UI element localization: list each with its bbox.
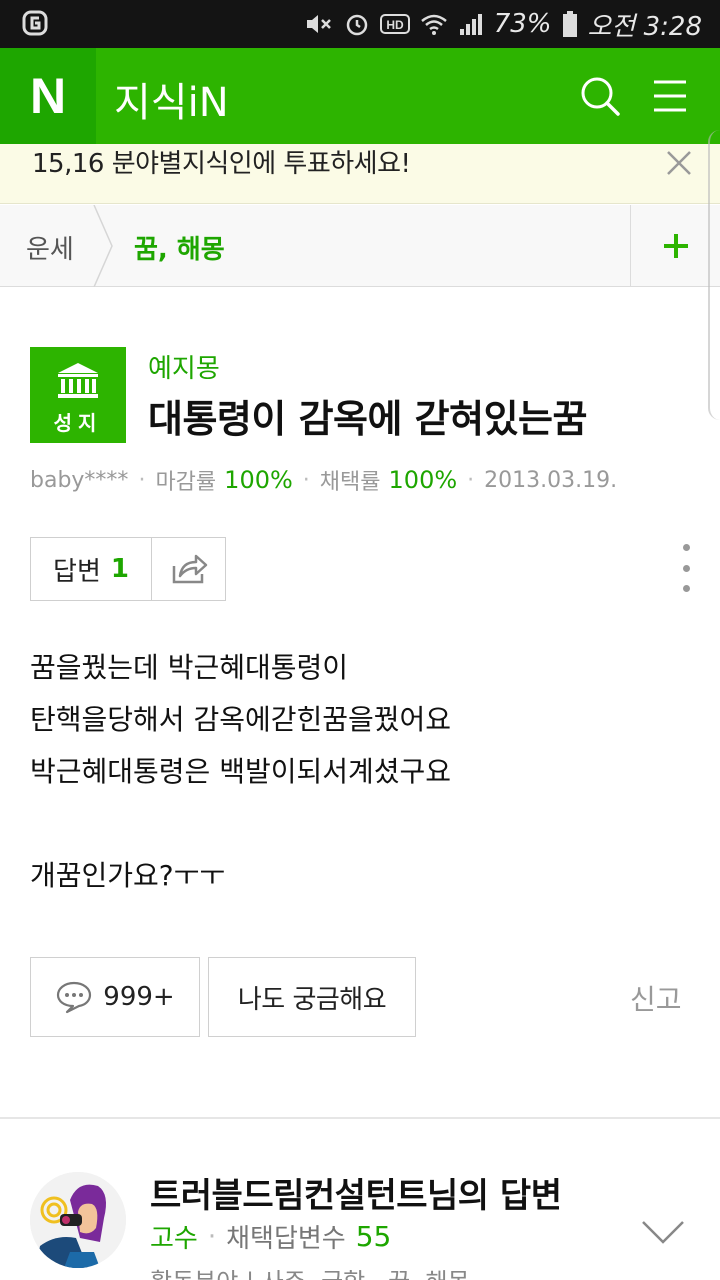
asker-name[interactable]: 예지몽 [148, 348, 220, 385]
speech-bubble-icon [57, 981, 92, 1014]
body-line: 개꿈인가요?ㅜㅜ [30, 859, 226, 892]
battery-percent: 73% [493, 9, 552, 39]
more-options-icon[interactable] [672, 544, 700, 592]
me-too-curious-button[interactable]: 나도 궁금해요 [208, 957, 416, 1037]
badge-label: 성지 [53, 411, 103, 435]
comment-count: 999+ [103, 982, 175, 1012]
close-icon[interactable] [662, 146, 696, 180]
answerer-meta: 고수 · 채택답변수 55 [150, 1220, 392, 1254]
breadcrumb-parent[interactable]: 운세 [26, 229, 74, 266]
author-id[interactable]: baby**** [30, 468, 128, 493]
mute-icon [304, 9, 334, 39]
signal-icon [458, 9, 484, 39]
body-line [30, 798, 451, 850]
body-line: 탄핵을당해서 감옥에갇힌꿈을꿨어요 [30, 703, 452, 736]
status-bar: HD 73% 오전 3:28 [0, 0, 720, 48]
closing-rate: 100% [224, 466, 293, 494]
body-line: 꿈을꿨는데 박근혜대통령이 [30, 651, 349, 684]
report-link[interactable]: 신고 [630, 978, 682, 1018]
answerer-fields: 활동분야 | 사주, 궁합 · 꿈, 해몽 [150, 1262, 470, 1280]
menu-icon[interactable] [650, 76, 690, 116]
question-meta: baby**** · 마감률 100% · 채택률 100% · 2013.03… [30, 466, 618, 495]
app-title[interactable]: 지식iN [114, 70, 229, 128]
share-icon [172, 554, 208, 584]
answer-label: 답변 [53, 556, 101, 587]
banner-text: 15,16 분야별지식인에 투표하세요! [32, 149, 411, 179]
breadcrumb-current[interactable]: 꿈, 해몽 [134, 229, 225, 266]
temple-icon [58, 363, 98, 398]
answerer-rank: 고수 [150, 1224, 198, 1254]
g-app-icon [22, 10, 48, 36]
svg-text:HD: HD [386, 18, 404, 32]
section-divider [0, 1117, 720, 1119]
answer-share-group: 답변 1 [30, 537, 226, 601]
app-header: N 지식iN [0, 48, 720, 144]
body-line: 박근혜대통령은 백발이되서계셨구요 [30, 755, 452, 788]
answer-count: 1 [110, 554, 129, 584]
plus-icon [663, 234, 688, 258]
question-title: 대통령이 감옥에 갇혀있는꿈 [148, 397, 587, 441]
hd-icon: HD [379, 9, 410, 39]
answer-title: 트러블드림컨설턴트님의 답변 [150, 1176, 562, 1216]
logo-letter: N [29, 68, 67, 124]
sanctuary-badge: 성지 [30, 347, 126, 443]
search-icon[interactable] [578, 74, 622, 118]
breadcrumb: 운세 꿈, 해몽 [0, 205, 720, 287]
status-indicators: HD 73% 오전 3:28 [304, 8, 703, 42]
share-button[interactable] [152, 538, 226, 600]
adopted-label: 채택답변수 [226, 1224, 346, 1254]
question-date: 2013.03.19. [484, 467, 618, 493]
clock: 오전 3:28 [587, 11, 703, 42]
adoption-rate-label: 채택률 [319, 470, 381, 495]
profile-illustration [30, 1172, 126, 1268]
battery-icon [562, 9, 578, 39]
naver-logo[interactable]: N [0, 48, 96, 144]
answer-count-button[interactable]: 답변 1 [31, 538, 151, 600]
question-body: 꿈을꿨는데 박근혜대통령이 탄핵을당해서 감옥에갇힌꿈을꿨어요 박근혜대통령은 … [30, 642, 451, 902]
alarm-icon [344, 9, 370, 39]
chevron-down-icon[interactable] [640, 1216, 686, 1248]
add-category-button[interactable] [630, 205, 720, 287]
comment-button[interactable]: 999+ [30, 957, 200, 1037]
adopted-count: 55 [355, 1220, 392, 1253]
closing-rate-label: 마감률 [155, 470, 217, 495]
wifi-icon [420, 9, 448, 39]
chevron-right-icon [93, 205, 113, 287]
edge-panel-handle[interactable] [708, 130, 720, 420]
adoption-rate: 100% [388, 466, 458, 494]
notice-banner[interactable]: 15,16 분야별지식인에 투표하세요! [0, 144, 720, 204]
avatar[interactable] [30, 1172, 126, 1268]
